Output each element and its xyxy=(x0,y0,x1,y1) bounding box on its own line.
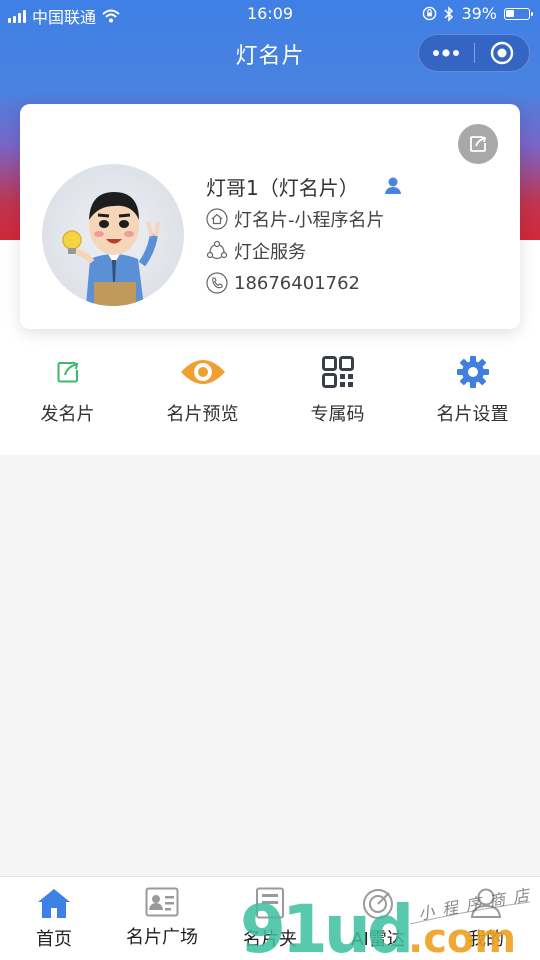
share-icon xyxy=(470,136,487,152)
company-name: 灯名片-小程序名片 xyxy=(234,210,385,231)
name-row: 灯哥1（灯名片） xyxy=(206,172,403,200)
share-icon xyxy=(57,361,78,383)
tab-ai-radar[interactable]: AI雷达 xyxy=(324,877,432,960)
tab-bar: 首页 名片广场 名片夹 AI雷达 我的 xyxy=(0,876,540,960)
phone-icon xyxy=(206,272,228,294)
card-icon xyxy=(145,887,179,917)
card-settings-button[interactable]: 名片设置 xyxy=(405,352,540,432)
tab-mine[interactable]: 我的 xyxy=(432,877,540,960)
eye-icon xyxy=(180,360,225,384)
gear-icon xyxy=(456,356,489,388)
rotation-lock-icon xyxy=(423,6,437,21)
home-icon xyxy=(38,889,70,918)
bluetooth-icon xyxy=(444,5,454,22)
capsule-menu xyxy=(418,34,530,72)
tab-card-folder[interactable]: 名片夹 xyxy=(216,877,324,960)
quick-actions: 发名片 名片预览 专属码 名片设置 xyxy=(0,352,540,432)
target-icon xyxy=(490,41,513,65)
qrcode-icon xyxy=(321,356,354,388)
folder-icon xyxy=(256,887,284,919)
user-icon xyxy=(470,888,502,918)
phone-row[interactable]: 18676401762 xyxy=(206,270,403,296)
tab-mine-label: 我的 xyxy=(468,929,504,950)
person-icon[interactable] xyxy=(383,176,403,196)
exclusive-code-button[interactable]: 专属码 xyxy=(270,352,405,432)
more-dots-icon xyxy=(433,49,460,57)
tab-home[interactable]: 首页 xyxy=(0,877,108,960)
home-outline-icon xyxy=(206,208,228,230)
more-button[interactable] xyxy=(419,34,474,72)
business-card[interactable]: 灯哥1（灯名片） 灯名片-小程序名片 灯企服务 18676401762 xyxy=(20,104,520,329)
card-share-button[interactable] xyxy=(458,124,498,164)
avatar[interactable] xyxy=(42,164,184,306)
close-miniprogram-button[interactable] xyxy=(474,34,529,72)
battery-percent: 39% xyxy=(461,4,497,23)
phone-number[interactable]: 18676401762 xyxy=(234,273,360,294)
radar-icon xyxy=(363,889,393,919)
tab-card-folder-label: 名片夹 xyxy=(243,929,297,950)
department-name: 灯企服务 xyxy=(234,242,306,263)
avatar-cartoon xyxy=(62,192,160,306)
card-info: 灯哥1（灯名片） 灯名片-小程序名片 灯企服务 18676401762 xyxy=(206,172,403,296)
battery-icon xyxy=(504,7,533,20)
send-card-label: 发名片 xyxy=(40,404,95,425)
status-bar: 中国联通 16:09 39% xyxy=(0,0,540,28)
card-settings-label: 名片设置 xyxy=(436,404,509,425)
tab-ai-radar-label: AI雷达 xyxy=(351,929,405,950)
tab-home-label: 首页 xyxy=(36,929,72,950)
card-preview-label: 名片预览 xyxy=(166,404,239,425)
send-card-button[interactable]: 发名片 xyxy=(0,352,135,432)
card-preview-button[interactable]: 名片预览 xyxy=(135,352,270,432)
department-row: 灯企服务 xyxy=(206,238,403,264)
company-row: 灯名片-小程序名片 xyxy=(206,206,403,232)
tab-card-square-label: 名片广场 xyxy=(126,927,198,948)
exclusive-code-label: 专属码 xyxy=(310,404,365,425)
tab-card-square[interactable]: 名片广场 xyxy=(108,877,216,960)
card-name: 灯哥1（灯名片） xyxy=(206,175,359,200)
team-icon xyxy=(206,240,228,260)
